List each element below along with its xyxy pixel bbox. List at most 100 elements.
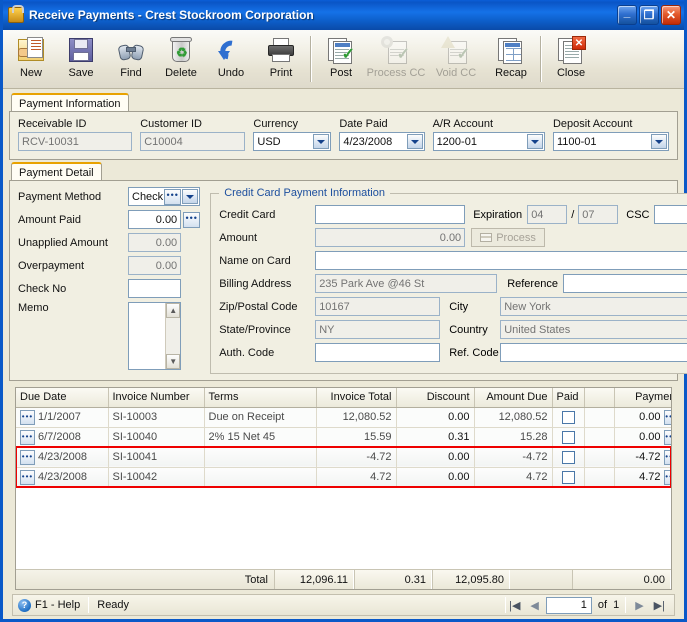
amount-paid-lookup-button[interactable]: ••• bbox=[183, 211, 201, 228]
toolbar-void-cc-button[interactable]: ✓ Void CC bbox=[426, 32, 486, 88]
name-on-card-input[interactable] bbox=[315, 251, 687, 270]
cell-discount[interactable]: 0.00 bbox=[396, 447, 475, 468]
toolbar-find-button[interactable]: Find bbox=[106, 32, 156, 88]
column-header-invoice-number[interactable]: Invoice Number bbox=[108, 388, 205, 408]
cell-amount-due[interactable]: -4.72 bbox=[474, 447, 553, 468]
calendar-chevron-icon[interactable] bbox=[406, 134, 423, 149]
reference-input[interactable] bbox=[562, 274, 687, 293]
maximize-button[interactable]: ❐ bbox=[639, 5, 659, 25]
cell-due-date[interactable]: ••• 1/1/2007 bbox=[16, 407, 109, 428]
cell-due-date[interactable]: ••• 6/7/2008 bbox=[16, 427, 109, 448]
scroll-down-icon[interactable]: ▼ bbox=[166, 354, 181, 369]
cell-amount-due[interactable]: 12,080.52 bbox=[474, 407, 553, 428]
cell-payment[interactable]: 0.00••• bbox=[614, 407, 671, 428]
payment-lookup-button[interactable]: ••• bbox=[663, 469, 671, 485]
cell-discount[interactable]: 0.00 bbox=[396, 467, 475, 488]
row-lookup-button[interactable]: ••• bbox=[20, 409, 35, 425]
cell-discount[interactable]: 0.31 bbox=[396, 427, 475, 448]
cell-paid[interactable] bbox=[552, 427, 585, 448]
table-row[interactable]: ••• 4/23/2008 SI-10041 -4.72 0.00 -4.72 -… bbox=[16, 447, 671, 468]
close-window-button[interactable]: ✕ bbox=[661, 5, 681, 25]
toolbar-delete-button[interactable]: ♻ Delete bbox=[156, 32, 206, 88]
cell-invoice-total[interactable]: 4.72 bbox=[316, 467, 397, 488]
deposit-account-combo[interactable]: 1100-01 bbox=[552, 132, 669, 151]
cell-paid[interactable] bbox=[552, 407, 585, 428]
toolbar-close-button[interactable]: ✕ Close bbox=[546, 32, 596, 88]
country-input[interactable]: United States bbox=[500, 320, 687, 339]
column-header-amount-due[interactable]: Amount Due bbox=[474, 388, 553, 408]
city-input[interactable]: New York bbox=[500, 297, 687, 316]
cell-payment[interactable]: 0.00••• bbox=[614, 427, 671, 448]
cell-due-date[interactable]: ••• 4/23/2008 bbox=[16, 467, 109, 488]
cell-blank[interactable] bbox=[584, 447, 615, 468]
cell-terms[interactable] bbox=[204, 447, 317, 468]
table-row[interactable]: ••• 1/1/2007 SI-10003 Due on Receipt 12,0… bbox=[16, 407, 671, 428]
memo-scrollbar[interactable]: ▲ ▼ bbox=[165, 303, 181, 369]
paid-checkbox[interactable] bbox=[561, 470, 575, 484]
previous-record-icon[interactable]: ◀ bbox=[527, 599, 541, 612]
zip-postal-code-input[interactable]: 10167 bbox=[315, 297, 441, 316]
ref-code-input[interactable] bbox=[500, 343, 687, 362]
auth-code-input[interactable] bbox=[315, 343, 441, 362]
table-row[interactable]: ••• 4/23/2008 SI-10042 4.72 0.00 4.72 4.7… bbox=[16, 467, 671, 488]
cell-payment[interactable]: 4.72••• bbox=[614, 467, 671, 488]
column-header-discount[interactable]: Discount bbox=[396, 388, 475, 408]
ar-account-combo[interactable]: 1200-01 bbox=[432, 132, 545, 151]
toolbar-undo-button[interactable]: Undo bbox=[206, 32, 256, 88]
credit-card-input[interactable] bbox=[315, 205, 466, 224]
chevron-down-icon[interactable] bbox=[313, 134, 330, 149]
toolbar-new-button[interactable]: New bbox=[6, 32, 56, 88]
row-lookup-button[interactable]: ••• bbox=[20, 449, 35, 465]
cell-payment[interactable]: -4.72••• bbox=[614, 447, 671, 468]
cell-invoice-number[interactable]: SI-10003 bbox=[108, 407, 205, 428]
cell-blank[interactable] bbox=[584, 407, 615, 428]
payment-method-chevron-down-icon[interactable] bbox=[182, 189, 199, 204]
row-lookup-button[interactable]: ••• bbox=[20, 469, 35, 485]
first-record-icon[interactable]: |◀ bbox=[506, 599, 523, 612]
toolbar-post-button[interactable]: ✓ Post bbox=[316, 32, 366, 88]
currency-combo[interactable]: USD bbox=[253, 132, 332, 151]
column-header-paid[interactable]: Paid bbox=[552, 388, 585, 408]
cell-invoice-total[interactable]: 12,080.52 bbox=[316, 407, 397, 428]
billing-address-input[interactable]: 235 Park Ave @46 St bbox=[315, 274, 498, 293]
payment-lookup-button[interactable]: ••• bbox=[663, 409, 671, 425]
cell-blank[interactable] bbox=[584, 467, 615, 488]
chevron-down-icon[interactable] bbox=[526, 134, 543, 149]
customer-id-input[interactable]: C10004 bbox=[140, 132, 246, 151]
cell-amount-due[interactable]: 4.72 bbox=[474, 467, 553, 488]
cell-paid[interactable] bbox=[552, 467, 585, 488]
last-record-icon[interactable]: ▶| bbox=[651, 599, 668, 612]
column-header-invoice-total[interactable]: Invoice Total bbox=[316, 388, 397, 408]
expiration-year-input[interactable]: 07 bbox=[578, 205, 619, 224]
cell-blank[interactable] bbox=[584, 427, 615, 448]
payment-lookup-button[interactable]: ••• bbox=[663, 449, 671, 465]
scroll-up-icon[interactable]: ▲ bbox=[166, 303, 181, 318]
receivable-id-input[interactable]: RCV-10031 bbox=[18, 132, 133, 151]
expiration-month-input[interactable]: 04 bbox=[527, 205, 568, 224]
cell-discount[interactable]: 0.00 bbox=[396, 407, 475, 428]
cell-due-date[interactable]: ••• 4/23/2008 bbox=[16, 447, 109, 468]
cell-terms[interactable]: Due on Receipt bbox=[204, 407, 317, 428]
cell-amount-due[interactable]: 15.28 bbox=[474, 427, 553, 448]
cell-invoice-number[interactable]: SI-10042 bbox=[108, 467, 205, 488]
payment-lookup-button[interactable]: ••• bbox=[663, 429, 671, 445]
toolbar-print-button[interactable]: Print bbox=[256, 32, 306, 88]
table-row[interactable]: ••• 6/7/2008 SI-10040 2% 15 Net 45 15.59 … bbox=[16, 427, 671, 448]
memo-textarea[interactable]: ▲ ▼ bbox=[128, 302, 182, 370]
row-lookup-button[interactable]: ••• bbox=[20, 429, 35, 445]
chevron-down-icon[interactable] bbox=[651, 134, 667, 149]
minimize-button[interactable]: _ bbox=[617, 5, 637, 25]
column-header-terms[interactable]: Terms bbox=[204, 388, 317, 408]
payment-method-lookup-button[interactable]: ••• bbox=[164, 189, 182, 205]
help-area[interactable]: ? F1 - Help bbox=[13, 598, 88, 612]
process-button[interactable]: Process bbox=[471, 228, 545, 247]
check-no-input[interactable] bbox=[128, 279, 182, 298]
tab-payment-detail[interactable]: Payment Detail bbox=[11, 162, 102, 180]
cell-invoice-number[interactable]: SI-10040 bbox=[108, 427, 205, 448]
paid-checkbox[interactable] bbox=[561, 430, 575, 444]
column-header-payment[interactable]: Payment bbox=[614, 388, 671, 408]
invoice-grid[interactable]: Due Date Invoice Number Terms Invoice To… bbox=[15, 387, 672, 590]
toolbar-save-button[interactable]: Save bbox=[56, 32, 106, 88]
paid-checkbox[interactable] bbox=[561, 410, 575, 424]
cell-invoice-number[interactable]: SI-10041 bbox=[108, 447, 205, 468]
